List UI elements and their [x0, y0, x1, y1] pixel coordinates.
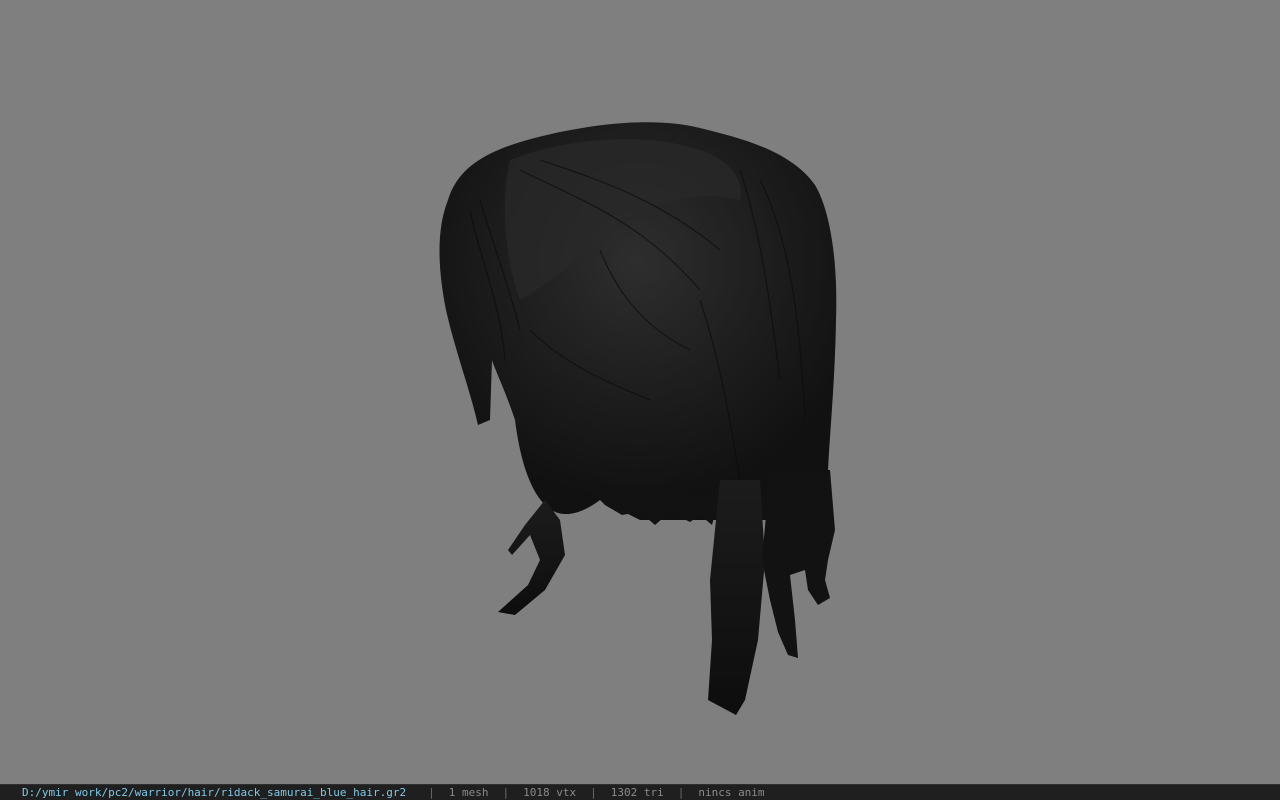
separator: |: [428, 785, 435, 799]
vertex-count-label: 1018 vtx: [523, 785, 577, 799]
separator: |: [502, 785, 510, 799]
status-bar: D:/ymir work/pc2/warrior/hair/ridack_sam…: [0, 784, 1280, 800]
model-viewport[interactable]: [0, 0, 1280, 784]
mesh-count-label: 1 mesh: [448, 785, 489, 799]
hair-strand-right-long: [708, 480, 765, 715]
animation-status-label: nincs anim: [698, 785, 765, 799]
separator: |: [590, 785, 597, 799]
file-path-label: D:/ymir work/pc2/warrior/hair/ridack_sam…: [22, 785, 407, 799]
hair-model-render[interactable]: [0, 0, 1280, 784]
triangle-count-label: 1302 tri: [610, 785, 664, 799]
separator: |: [677, 785, 685, 799]
hair-strand-right-outer: [762, 470, 835, 658]
hair-strand-left: [498, 500, 565, 615]
